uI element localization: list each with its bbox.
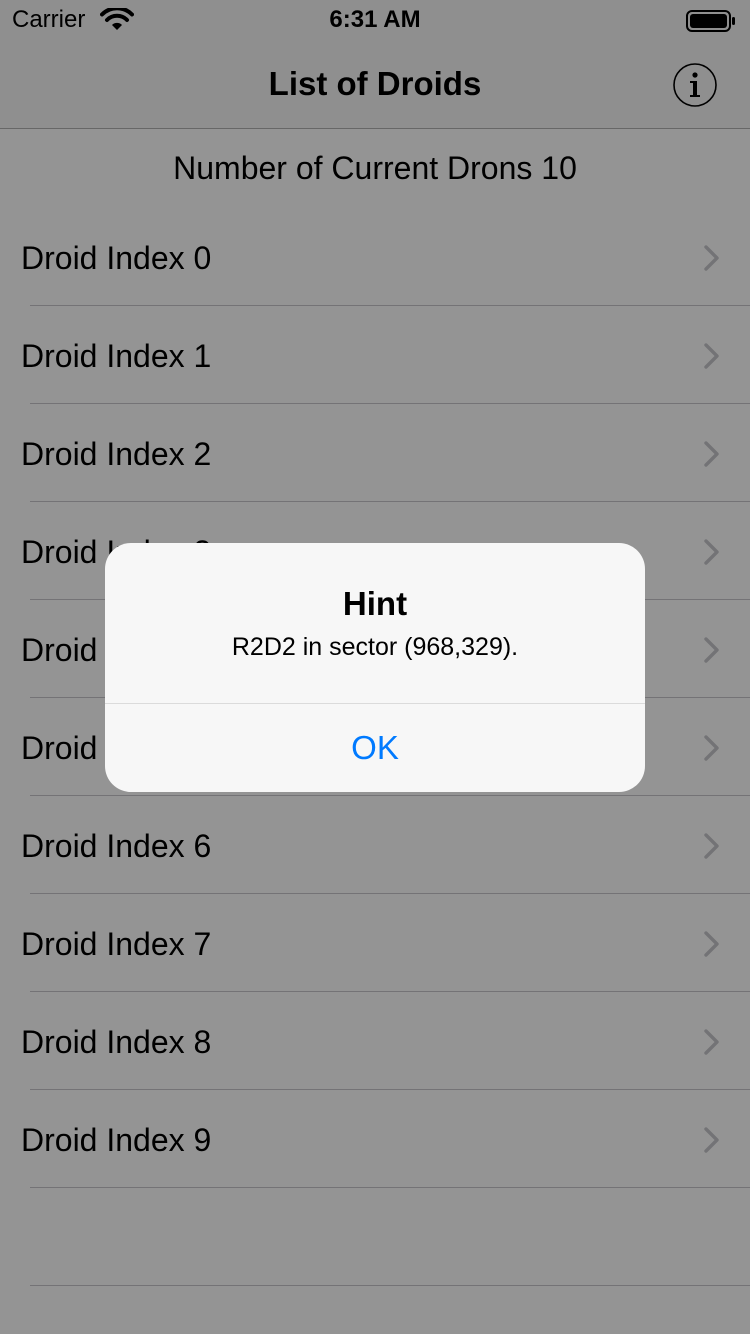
alert-title: Hint: [342, 585, 408, 622]
alert-ok-button[interactable]: OK: [105, 704, 645, 792]
alert-message: R2D2 in sector (968,329).: [231, 633, 519, 661]
hint-alert: Hint R2D2 in sector (968,329). OK: [105, 543, 645, 792]
